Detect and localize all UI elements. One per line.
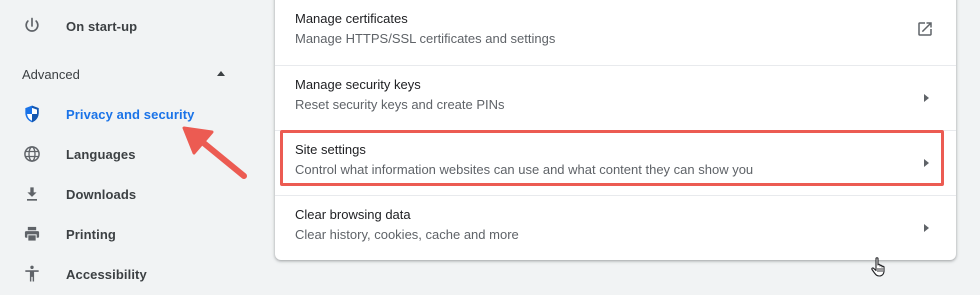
advanced-section-toggle[interactable]: Advanced	[0, 58, 262, 90]
arrow-right-icon	[924, 159, 929, 167]
manage-security-keys-row[interactable]: Manage security keys Reset security keys…	[275, 66, 956, 131]
arrow-right-icon	[924, 224, 929, 232]
row-title: Clear browsing data	[295, 207, 411, 222]
sidebar-item-label: On start-up	[66, 18, 138, 34]
accessibility-icon	[20, 262, 44, 286]
sidebar-item-label: Downloads	[66, 186, 137, 202]
arrow-right-icon	[924, 94, 929, 102]
sidebar-item-accessibility[interactable]: Accessibility	[0, 254, 262, 294]
advanced-label: Advanced	[22, 67, 80, 82]
security-settings-card: Manage certificates Manage HTTPS/SSL cer…	[275, 0, 956, 260]
settings-sidebar: On start-up Advanced Privacy and securit…	[0, 0, 262, 295]
row-description: Reset security keys and create PINs	[295, 97, 505, 112]
site-settings-row[interactable]: Site settings Control what information w…	[275, 131, 956, 196]
sidebar-item-label: Accessibility	[66, 266, 147, 282]
printer-icon	[20, 222, 44, 246]
manage-certificates-row[interactable]: Manage certificates Manage HTTPS/SSL cer…	[275, 0, 956, 65]
row-title: Site settings	[295, 142, 366, 157]
sidebar-item-printing[interactable]: Printing	[0, 214, 262, 254]
shield-icon	[20, 102, 44, 126]
sidebar-item-privacy-and-security[interactable]: Privacy and security	[0, 94, 262, 134]
globe-icon	[20, 142, 44, 166]
sidebar-item-languages[interactable]: Languages	[0, 134, 262, 174]
download-icon	[20, 182, 44, 206]
sidebar-item-label: Privacy and security	[66, 106, 195, 122]
row-title: Manage security keys	[295, 77, 421, 92]
row-title: Manage certificates	[295, 11, 408, 26]
sidebar-item-label: Printing	[66, 226, 116, 242]
row-description: Control what information websites can us…	[295, 162, 754, 177]
row-description: Clear history, cookies, cache and more	[295, 227, 519, 242]
sidebar-item-on-start-up[interactable]: On start-up	[0, 6, 262, 46]
sidebar-item-downloads[interactable]: Downloads	[0, 174, 262, 214]
row-description: Manage HTTPS/SSL certificates and settin…	[295, 31, 556, 46]
power-icon	[20, 14, 44, 38]
sidebar-item-label: Languages	[66, 146, 136, 162]
caret-up-icon	[217, 71, 225, 76]
open-in-new-icon[interactable]	[916, 20, 934, 38]
clear-browsing-data-row[interactable]: Clear browsing data Clear history, cooki…	[275, 196, 956, 261]
